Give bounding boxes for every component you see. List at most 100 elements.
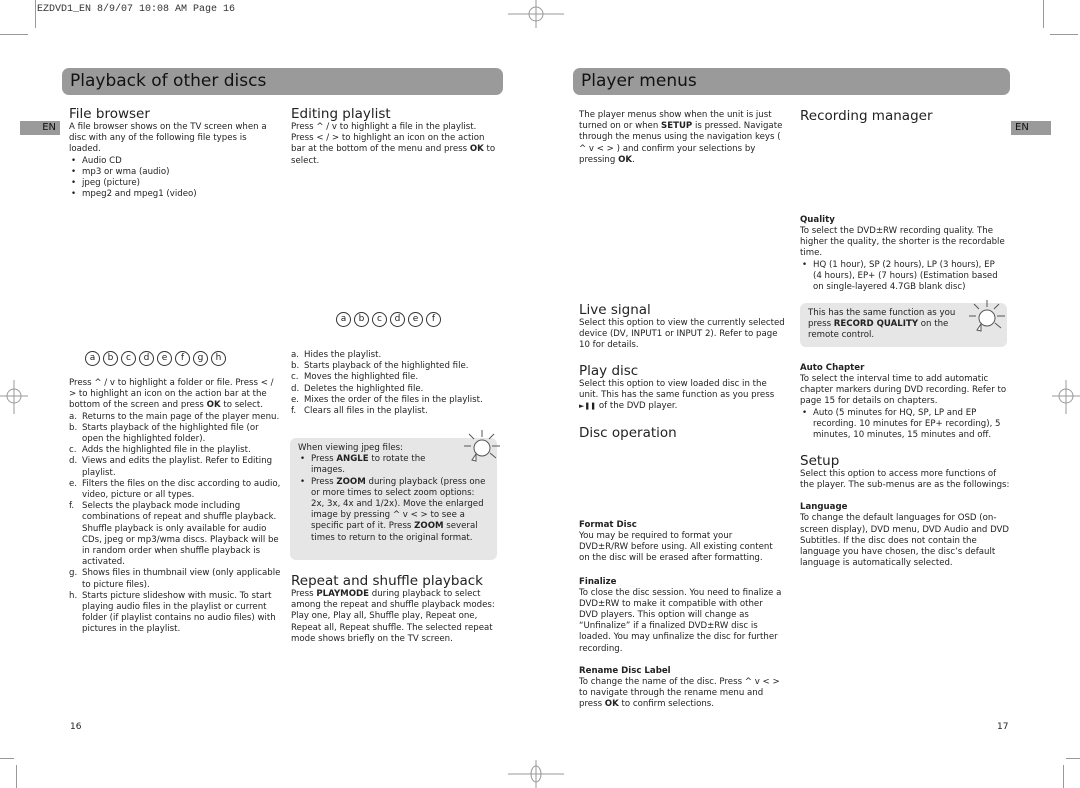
- tip-list: Press ANGLE to rotate the images.: [298, 454, 456, 476]
- item-text: Filters the files on the disc according …: [82, 478, 281, 501]
- list-item: mpeg2 and mpeg1 (video): [69, 189, 279, 200]
- registration-mark-icon: [508, 0, 564, 28]
- item-key: f.: [291, 406, 297, 417]
- setup-section: Setup Select this option to access more …: [800, 453, 1010, 569]
- list-item: e. Mixes the order of the files in the pl…: [291, 395, 503, 406]
- list-item: a. Hides the playlist.: [291, 350, 503, 361]
- page-title-right: Player menus: [573, 68, 1010, 95]
- item-key: a.: [291, 350, 299, 360]
- lightbulb-icon: [969, 300, 1005, 332]
- action-icon-b: b: [103, 351, 118, 366]
- item-key: h.: [69, 590, 78, 601]
- play-pause-icon: ►❚❚: [579, 402, 597, 411]
- paragraph: The player menus show when the unit is j…: [579, 110, 784, 166]
- list-item: c. Adds the highlighted file in the playl…: [69, 445, 281, 456]
- option-title: Rename Disc Label: [579, 665, 671, 676]
- key-label: SETUP: [661, 121, 693, 132]
- page-number-left: 16: [70, 722, 82, 732]
- list-item: mp3 or wma (audio): [69, 167, 279, 178]
- section-heading: Disc operation: [579, 425, 677, 441]
- action-icon-d: d: [390, 312, 405, 327]
- key-label: OK: [604, 699, 619, 710]
- text: Press: [311, 454, 337, 465]
- tip-intro: When viewing jpeg files:: [298, 443, 403, 453]
- text: Press: [291, 589, 317, 599]
- item-key: b.: [69, 422, 78, 433]
- action-list: a. Hides the playlist. b. Starts playback …: [291, 350, 503, 417]
- crop-mark: [35, 0, 36, 28]
- action-icon-g: g: [193, 351, 208, 366]
- play-disc-section: Play disc Select this option to view loa…: [579, 363, 784, 413]
- item-key: f.: [69, 501, 75, 512]
- item-text: Shows files in thumbnail view (only appl…: [82, 568, 281, 590]
- list-item: d. Views and edits the playlist. Refer to…: [69, 456, 281, 478]
- action-icon-e: e: [157, 351, 172, 366]
- item-text: Selects the playback mode including comb…: [82, 501, 279, 568]
- quality-option: Quality To select the DVD±RW recording q…: [800, 215, 1005, 293]
- text: of the DVD player.: [596, 401, 678, 412]
- list-item: g. Shows files in thumbnail view (only ap…: [69, 568, 281, 590]
- disc-operation-section: Disc operation: [579, 425, 784, 441]
- section-heading: Editing playlist: [291, 106, 391, 122]
- page-number-right: 17: [997, 722, 1009, 732]
- repeat-shuffle-section: Repeat and shuffle playback Press PLAYMO…: [291, 573, 501, 645]
- crop-mark: [0, 34, 28, 35]
- section-heading: File browser: [69, 106, 150, 122]
- list-item: Press ZOOM during playback (press one or…: [298, 477, 490, 544]
- paragraph: To select the DVD±RW recording quality. …: [800, 226, 1005, 259]
- item-text: Deletes the highlighted file.: [304, 383, 424, 394]
- paragraph: Select this option to access more functi…: [800, 469, 1010, 491]
- section-heading: Live signal: [579, 302, 651, 318]
- list-item: h. Starts picture slideshow with music. T…: [69, 591, 281, 636]
- file-browser-action-icons: a b c d e f g h: [85, 351, 226, 366]
- paragraph: To change the name of the disc. Press ^ …: [579, 677, 784, 711]
- list-item: f. Clears all files in the playlist.: [291, 406, 503, 417]
- item-text: Starts playback of the highlighted file.: [304, 361, 469, 372]
- registration-mark-icon: [0, 380, 28, 414]
- disc-operation-options: Format Disc You may be required to forma…: [579, 520, 784, 710]
- key-label: OK: [618, 154, 633, 165]
- item-text: Clears all files in the playlist.: [304, 406, 428, 417]
- item-key: c.: [69, 445, 77, 456]
- item-key: d.: [291, 383, 300, 394]
- paragraph: To change the default languages for OSD …: [800, 513, 1010, 569]
- list-item: e. Filters the files on the disc accordin…: [69, 479, 281, 501]
- list-item: Audio CD: [69, 156, 279, 167]
- file-browser-section: File browser A file browser shows on the…: [69, 106, 279, 201]
- paragraph: To select the interval time to add autom…: [800, 374, 1007, 407]
- list-item: b. Starts playback of the highlighted fil…: [69, 423, 281, 445]
- crop-mark: [1063, 765, 1064, 788]
- section-heading: Recording manager: [800, 108, 933, 124]
- paragraph: You may be required to format your DVD±R…: [579, 531, 773, 564]
- editing-playlist-section: Editing playlist Press ^ / v to highligh…: [291, 106, 501, 167]
- item-text: Hides the playlist.: [304, 350, 382, 360]
- action-icon-c: c: [121, 351, 136, 366]
- key-label: PLAYMODE: [316, 589, 370, 599]
- crop-mark: [1050, 34, 1078, 35]
- item-text: Starts playback of the highlighted file …: [82, 422, 259, 445]
- option-title: Quality: [800, 215, 835, 225]
- item-key: c.: [291, 372, 299, 383]
- registration-mark-icon: [508, 760, 564, 788]
- paragraph: This has the same function as you press …: [808, 308, 968, 342]
- auto-chapter-option: Auto Chapter To select the interval time…: [800, 363, 1010, 441]
- list-item: Auto (5 minutes for HQ, SP, LP and EP re…: [800, 408, 1010, 442]
- text: to confirm selections.: [618, 699, 715, 710]
- option-title: Format Disc: [579, 520, 637, 530]
- item-key: d.: [69, 456, 78, 467]
- playlist-action-icons: a b c d e f: [336, 312, 441, 327]
- crop-mark: [1043, 0, 1044, 28]
- paragraph: To close the disc session. You need to f…: [579, 587, 782, 654]
- action-icon-h: h: [211, 351, 226, 366]
- recording-manager-heading: Recording manager: [800, 108, 933, 124]
- live-signal-section: Live signal Select this option to view t…: [579, 302, 789, 352]
- key-label: RECORD QUALITY: [833, 319, 919, 330]
- action-icon-c: c: [372, 312, 387, 327]
- print-slug: EZDVD1_EN 8/9/07 10:08 AM Page 16: [37, 4, 236, 15]
- list-item: d. Deletes the highlighted file.: [291, 384, 503, 395]
- item-key: e.: [69, 478, 78, 489]
- text: Press ^ / v to highlight a file in the p…: [291, 122, 485, 155]
- paragraph: Press ^ / v to highlight a folder or fil…: [69, 378, 281, 412]
- text: .: [632, 154, 635, 165]
- section-heading: Repeat and shuffle playback: [291, 573, 483, 589]
